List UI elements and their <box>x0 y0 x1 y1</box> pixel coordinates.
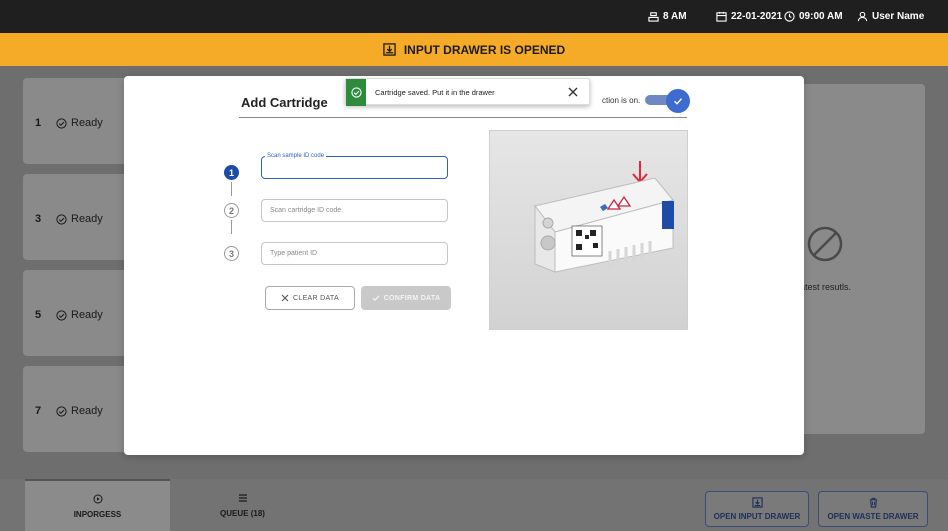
check-circle-icon <box>56 309 67 321</box>
toast-status <box>346 79 366 106</box>
clock-icon <box>784 11 795 22</box>
drawer-opened-banner: INPUT DRAWER IS OPENED <box>0 33 948 66</box>
play-circle-icon <box>93 494 102 503</box>
check-icon <box>372 295 380 302</box>
sample-id-label: Scan sample ID code <box>265 153 327 159</box>
button-label: CLEAR DATA <box>293 294 339 302</box>
step-1-indicator: 1 <box>224 165 239 180</box>
step-3-indicator: 3 <box>224 246 239 261</box>
banner-text: INPUT DRAWER IS OPENED <box>403 42 566 57</box>
open-waste-drawer-button[interactable]: OPEN WASTE DRAWER <box>818 491 928 527</box>
drawer-icon <box>648 12 659 22</box>
slot-status: Ready <box>56 117 103 129</box>
check-circle-icon <box>56 213 67 225</box>
date-display: 22-01-2021 <box>716 11 782 22</box>
top-status-bar: 8 AM 22-01-2021 09:00 AM User Name <box>0 0 948 33</box>
button-label: OPEN WASTE DRAWER <box>827 512 919 521</box>
results-text: atest resutls. <box>800 282 852 292</box>
user-icon <box>857 11 868 22</box>
check-icon <box>674 98 683 105</box>
input-drawer-icon <box>751 497 763 508</box>
cartridge-id-input[interactable]: Scan cartridge ID code <box>261 199 448 222</box>
confirm-data-button[interactable]: CONFIRM DATA <box>361 286 451 310</box>
slot-status: Ready <box>56 213 103 225</box>
calendar-icon <box>716 11 727 22</box>
title-divider <box>239 117 687 118</box>
bottom-bar: INPORGESS QUEUE (18) OPEN INPUT DRAWER O… <box>0 479 948 531</box>
patient-id-input[interactable]: Type patient ID <box>261 242 448 265</box>
drawer-status: 8 AM <box>648 11 687 22</box>
input-drawer-icon <box>383 43 396 56</box>
check-circle-icon <box>350 87 362 98</box>
time-display: 09:00 AM <box>784 11 843 22</box>
step-2-indicator: 2 <box>224 203 239 218</box>
success-toast: Cartridge saved. Put it in the drawer <box>345 78 590 106</box>
slot-status: Ready <box>56 309 103 321</box>
cartridge-illustration <box>489 130 688 330</box>
no-results-icon <box>807 226 843 262</box>
date-text: 22-01-2021 <box>731 11 783 22</box>
slot-number: 7 <box>35 405 42 417</box>
sample-id-input[interactable] <box>261 156 448 179</box>
option-toggle[interactable] <box>645 89 691 113</box>
dialog-option-text: ction is on. <box>602 96 641 105</box>
slot-status-text: Ready <box>71 405 103 417</box>
tab-label: INPORGESS <box>73 509 122 519</box>
button-label: CONFIRM DATA <box>383 294 441 302</box>
slot-status: Ready <box>56 405 103 417</box>
slot-status-text: Ready <box>71 213 103 225</box>
slot-status-text: Ready <box>71 309 103 321</box>
slot-number: 1 <box>35 117 42 129</box>
tab-queue[interactable]: QUEUE (18) <box>170 479 315 531</box>
clear-data-button[interactable]: CLEAR DATA <box>265 286 355 310</box>
check-circle-icon <box>56 117 67 129</box>
open-input-drawer-button[interactable]: OPEN INPUT DRAWER <box>705 491 809 527</box>
check-circle-icon <box>56 405 67 417</box>
user-name: User Name <box>872 11 925 22</box>
slot-number: 3 <box>35 213 42 225</box>
dialog-title: Add Cartridge <box>241 95 328 110</box>
tab-inprogress[interactable]: INPORGESS <box>25 479 170 531</box>
time-text: 09:00 AM <box>799 11 843 22</box>
slot-status-text: Ready <box>71 117 103 129</box>
drawer-status-text: 8 AM <box>663 11 687 22</box>
trash-icon <box>869 497 877 508</box>
add-cartridge-dialog: Add Cartridge ction is on. 1 Scan sample… <box>124 76 804 455</box>
user-menu[interactable]: User Name <box>857 11 924 22</box>
step-connector <box>231 182 232 196</box>
cartridge-graphic <box>534 161 674 273</box>
toast-message: Cartridge saved. Put it in the drawer <box>375 88 495 97</box>
close-icon <box>281 294 289 302</box>
list-icon <box>238 493 247 502</box>
slot-number: 5 <box>35 309 42 321</box>
toggle-knob <box>666 89 690 113</box>
close-icon[interactable] <box>566 85 580 99</box>
step-connector <box>231 220 232 234</box>
button-label: OPEN INPUT DRAWER <box>713 512 801 521</box>
tab-label: QUEUE (18) <box>220 508 265 518</box>
